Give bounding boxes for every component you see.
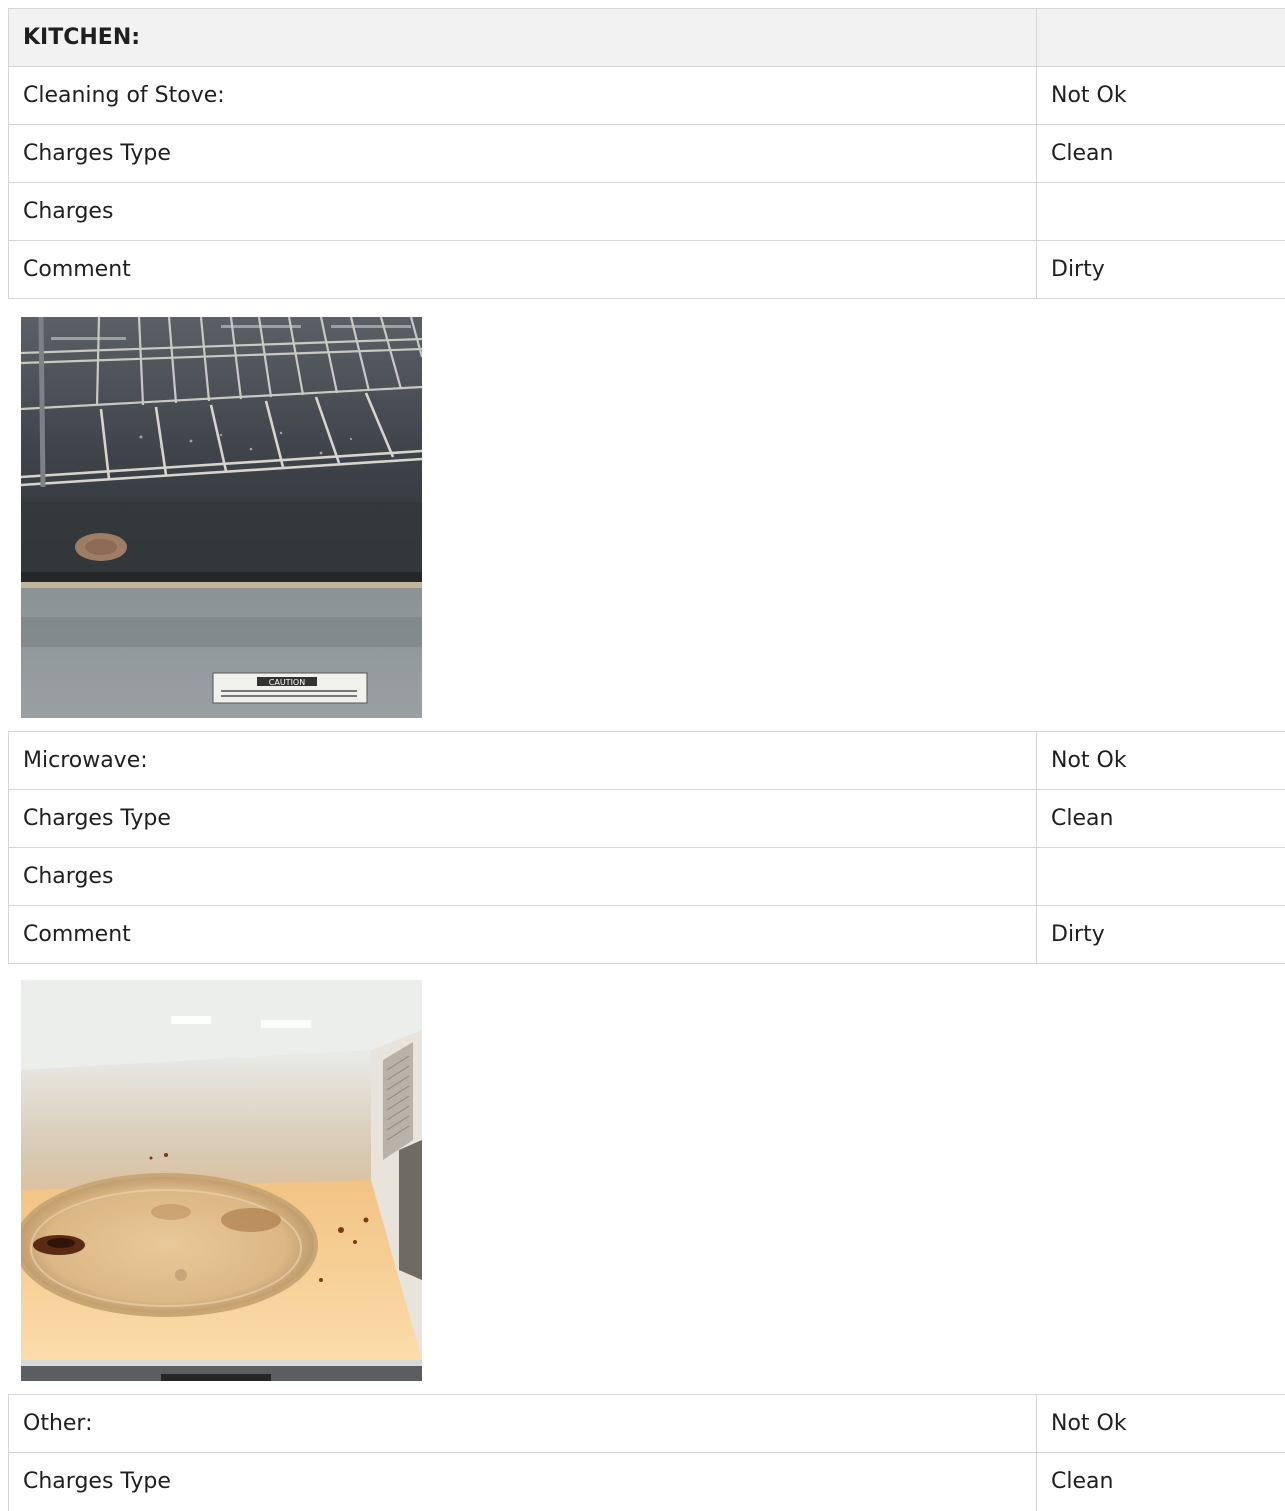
table-row: Cleaning of Stove: Not Ok bbox=[9, 67, 1285, 125]
row-label: Charges Type bbox=[9, 1453, 1037, 1511]
row-label: Comment bbox=[9, 241, 1037, 299]
microwave-inspection-table: Microwave: Not Ok Charges Type Clean Cha… bbox=[8, 731, 1285, 964]
table-row: Other: Not Ok bbox=[9, 1395, 1285, 1453]
caution-label-text: CAUTION bbox=[269, 678, 305, 687]
table-row: Charges Type Clean bbox=[9, 790, 1285, 848]
row-label: Cleaning of Stove: bbox=[9, 67, 1037, 125]
row-value: Dirty bbox=[1037, 241, 1285, 299]
row-value: Dirty bbox=[1037, 906, 1285, 964]
row-value bbox=[1037, 183, 1285, 241]
table-row: Charges bbox=[9, 183, 1285, 241]
table-row: Charges Type Clean bbox=[9, 125, 1285, 183]
row-value: Not Ok bbox=[1037, 732, 1285, 790]
table-row: Comment Dirty bbox=[9, 241, 1285, 299]
microwave-interior-photo[interactable] bbox=[21, 980, 422, 1381]
row-label: Comment bbox=[9, 906, 1037, 964]
row-value: Clean bbox=[1037, 790, 1285, 848]
section-header-row: KITCHEN: bbox=[9, 9, 1285, 67]
row-value bbox=[1037, 848, 1285, 906]
section-heading-value bbox=[1037, 9, 1285, 67]
stove-inspection-table: KITCHEN: Cleaning of Stove: Not Ok Charg… bbox=[8, 8, 1285, 299]
section-heading: KITCHEN: bbox=[9, 9, 1037, 67]
row-value: Clean bbox=[1037, 125, 1285, 183]
row-label: Charges Type bbox=[9, 790, 1037, 848]
table-row: Comment Dirty bbox=[9, 906, 1285, 964]
table-row: Charges bbox=[9, 848, 1285, 906]
oven-interior-photo[interactable]: CAUTION bbox=[21, 317, 422, 718]
other-inspection-table: Other: Not Ok Charges Type Clean bbox=[8, 1394, 1285, 1511]
row-label: Charges Type bbox=[9, 125, 1037, 183]
row-label: Charges bbox=[9, 848, 1037, 906]
row-label: Microwave: bbox=[9, 732, 1037, 790]
row-label: Other: bbox=[9, 1395, 1037, 1453]
row-value: Not Ok bbox=[1037, 67, 1285, 125]
row-value: Clean bbox=[1037, 1453, 1285, 1511]
row-label: Charges bbox=[9, 183, 1037, 241]
table-row: Charges Type Clean bbox=[9, 1453, 1285, 1511]
table-row: Microwave: Not Ok bbox=[9, 732, 1285, 790]
row-value: Not Ok bbox=[1037, 1395, 1285, 1453]
